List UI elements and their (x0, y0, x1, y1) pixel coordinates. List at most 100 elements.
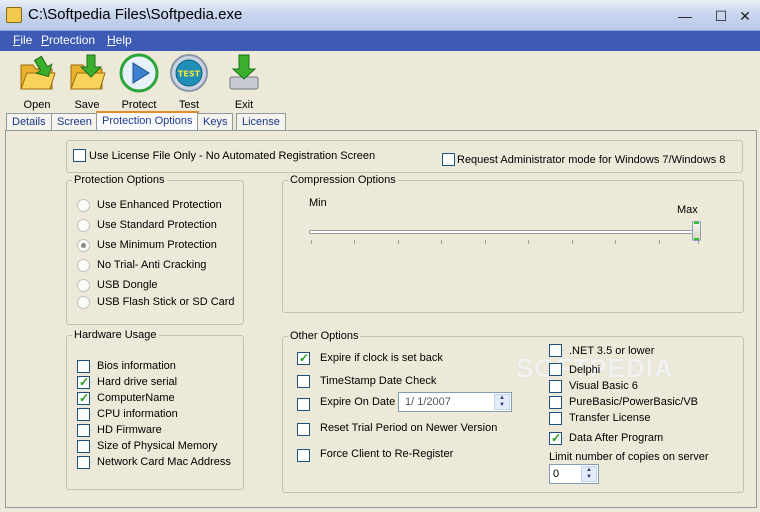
delphi-checkbox[interactable] (549, 363, 562, 376)
hard-drive-serial-checkbox[interactable] (77, 375, 90, 389)
menu-protection[interactable]: Protection (41, 33, 95, 47)
standard-protection-label: Use Standard Protection (97, 219, 217, 231)
usb-dongle-label: USB Dongle (97, 279, 158, 291)
force-reregister-checkbox[interactable] (297, 449, 310, 462)
transfer-license-label: Transfer License (569, 412, 651, 424)
purebasic-checkbox[interactable] (549, 396, 562, 409)
license-file-only-checkbox[interactable] (73, 149, 86, 162)
hardware-usage-title: Hardware Usage (72, 329, 159, 341)
expire-date-picker[interactable]: 1/ 1/2007 ▲ ▼ (398, 392, 512, 412)
copies-limit-value: 0 (553, 468, 560, 480)
minimum-protection-radio[interactable] (77, 239, 90, 252)
protect-button[interactable]: Protect (117, 53, 161, 111)
expire-on-date-label: Expire On Date (320, 396, 396, 408)
copies-spin-button[interactable]: ▲ ▼ (581, 466, 597, 482)
protect-label: Protect (121, 99, 157, 111)
bios-info-checkbox[interactable] (77, 360, 90, 373)
expire-date-value: 1/ 1/2007 (405, 396, 451, 408)
physical-memory-checkbox[interactable] (77, 440, 90, 453)
data-after-program-label: Data After Program (569, 432, 664, 444)
copies-limit-input[interactable]: 0 ▲ ▼ (549, 464, 599, 484)
force-reregister-label: Force Client to Re-Register (320, 448, 454, 460)
dotnet-checkbox[interactable] (549, 344, 562, 357)
cpu-info-label: CPU information (97, 408, 178, 420)
tab-license[interactable]: License (236, 113, 286, 131)
compression-max-label: Max (677, 204, 698, 216)
standard-protection-radio[interactable] (77, 219, 90, 232)
protection-options-panel: SOFTPEDIA Use License File Only - No Aut… (5, 130, 757, 508)
cpu-info-checkbox[interactable] (77, 408, 90, 421)
mac-address-checkbox[interactable] (77, 456, 90, 469)
physical-memory-label: Size of Physical Memory (97, 440, 218, 452)
exit-button[interactable]: Exit (222, 53, 266, 111)
slider-tick (528, 240, 529, 244)
menu-help[interactable]: Help (107, 33, 132, 47)
anti-cracking-radio[interactable] (77, 259, 90, 272)
hardware-usage-group: Hardware Usage Bios information Hard dri… (66, 329, 244, 490)
minimum-protection-label: Use Minimum Protection (97, 239, 217, 251)
close-button[interactable]: ✕ (734, 6, 756, 26)
vb6-label: Visual Basic 6 (569, 380, 638, 392)
other-options-title: Other Options (288, 330, 361, 342)
license-file-only-label: Use License File Only - No Automated Reg… (89, 150, 376, 162)
vb6-checkbox[interactable] (549, 380, 562, 393)
app-icon (6, 7, 22, 23)
tab-details[interactable]: Details (6, 113, 52, 131)
expire-clock-label: Expire if clock is set back (320, 352, 443, 364)
compression-slider-track[interactable] (309, 230, 701, 234)
save-button[interactable]: Save (65, 53, 109, 111)
tab-screen[interactable]: Screen (51, 113, 98, 131)
save-label: Save (74, 99, 100, 111)
hd-firmware-checkbox[interactable] (77, 424, 90, 437)
protection-options-title: Protection Options (72, 174, 167, 186)
other-options-group: Other Options Expire if clock is set bac… (282, 330, 744, 493)
computer-name-checkbox[interactable] (77, 391, 90, 405)
admin-mode-label: Request Administrator mode for Windows 7… (457, 154, 726, 166)
protection-options-group: Protection Options Use Enhanced Protecti… (66, 174, 244, 325)
folder-open-icon (20, 55, 56, 90)
date-spin-button[interactable]: ▲ ▼ (494, 394, 510, 410)
delphi-label: Delphi (569, 364, 601, 376)
slider-tick (311, 240, 312, 244)
slider-tick (615, 240, 616, 244)
timestamp-checkbox[interactable] (297, 375, 310, 388)
tab-keys[interactable]: Keys (197, 113, 234, 131)
expire-clock-checkbox[interactable] (297, 351, 310, 365)
exit-label: Exit (234, 99, 254, 111)
copies-limit-label: Limit number of copies on server (549, 451, 709, 463)
open-button[interactable]: Open (15, 53, 59, 111)
window-title: C:\Softpedia Files\Softpedia.exe (28, 6, 243, 23)
menu-file[interactable]: File (13, 33, 32, 47)
mac-address-label: Network Card Mac Address (97, 456, 231, 468)
compression-min-label: Min (309, 197, 327, 209)
title-bar: C:\Softpedia Files\Softpedia.exe — ☐ ✕ (0, 0, 760, 31)
play-icon (119, 53, 159, 93)
data-after-program-checkbox[interactable] (549, 431, 562, 445)
anti-cracking-label: No Trial- Anti Cracking (97, 259, 207, 271)
timestamp-label: TimeStamp Date Check (320, 375, 437, 387)
test-button[interactable]: TEST Test (167, 53, 211, 111)
transfer-license-checkbox[interactable] (549, 412, 562, 425)
reset-trial-label: Reset Trial Period on Newer Version (320, 422, 498, 434)
minimize-button[interactable]: — (674, 6, 696, 26)
slider-tick (354, 240, 355, 244)
usb-flash-radio[interactable] (77, 296, 90, 309)
slider-tick (485, 240, 486, 244)
maximize-button[interactable]: ☐ (710, 6, 732, 26)
computer-name-label: ComputerName (97, 392, 175, 404)
expire-on-date-checkbox[interactable] (297, 398, 310, 411)
bios-info-label: Bios information (97, 360, 176, 372)
dotnet-label: .NET 3.5 or lower (569, 345, 655, 357)
exit-icon (229, 54, 259, 90)
tab-protection-options[interactable]: Protection Options (96, 111, 199, 131)
enhanced-protection-label: Use Enhanced Protection (97, 199, 222, 211)
reset-trial-checkbox[interactable] (297, 423, 310, 436)
compression-slider-thumb[interactable] (692, 221, 701, 241)
tab-strip: Details Screen Protection Options Keys L… (0, 111, 760, 131)
open-label: Open (23, 99, 51, 111)
slider-tick (398, 240, 399, 244)
enhanced-protection-radio[interactable] (77, 199, 90, 212)
usb-dongle-radio[interactable] (77, 279, 90, 292)
menu-bar: File Protection Help (0, 31, 760, 51)
admin-mode-checkbox[interactable] (442, 153, 455, 166)
